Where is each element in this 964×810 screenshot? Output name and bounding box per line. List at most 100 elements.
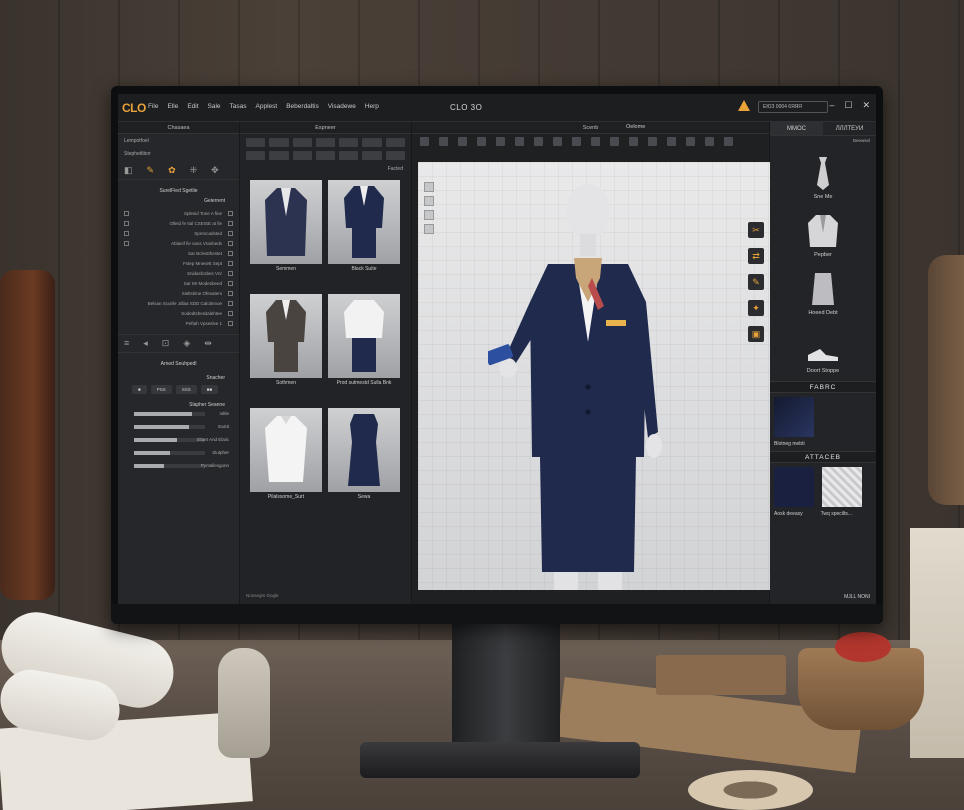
tool-icon[interactable] xyxy=(362,151,382,160)
tool-icon[interactable] xyxy=(424,210,434,220)
tree-item[interactable]: Fstep Mnesett Sept xyxy=(124,258,233,268)
list-icon[interactable]: ≡ xyxy=(124,338,129,349)
checkbox[interactable] xyxy=(228,240,233,246)
needle-icon[interactable]: ✎ xyxy=(748,274,764,290)
shield-icon[interactable]: ◈ xyxy=(183,338,190,349)
tool-icon[interactable] xyxy=(246,138,266,147)
panel-row[interactable]: Stephetlibor xyxy=(122,149,235,160)
property-slider[interactable]: Pyntallesgonn xyxy=(118,463,239,473)
checkbox[interactable] xyxy=(228,250,233,256)
library-item[interactable]: Sne Me xyxy=(770,145,876,203)
lock-icon[interactable] xyxy=(124,240,129,246)
attachment-swatch[interactable] xyxy=(822,467,862,507)
tool-icon[interactable] xyxy=(667,137,676,146)
attachment-swatch[interactable] xyxy=(774,467,814,507)
tool-icon[interactable] xyxy=(572,137,581,146)
segment-option[interactable]: ■■ xyxy=(200,385,219,394)
segment-option[interactable]: ■ xyxy=(132,385,147,394)
library-item[interactable]: Pepber xyxy=(770,203,876,261)
tool-icon[interactable] xyxy=(496,137,505,146)
garment-card[interactable]: Sothmen xyxy=(250,294,322,386)
tree-item[interactable]: Sar Mr Modesbeed xyxy=(124,278,233,288)
tool-icon[interactable] xyxy=(269,151,289,160)
checkbox[interactable] xyxy=(228,210,233,216)
tree-item[interactable]: Sprencadsted xyxy=(124,228,233,238)
checkbox[interactable] xyxy=(228,300,233,306)
view-mode-label[interactable]: Oelome xyxy=(626,124,645,130)
lock-icon[interactable] xyxy=(124,230,129,236)
tool-icon[interactable] xyxy=(515,137,524,146)
tool-icon[interactable] xyxy=(439,137,448,146)
lock-icon[interactable]: ⊡ xyxy=(162,338,170,349)
tool-icon[interactable] xyxy=(339,151,359,160)
tool-icon[interactable] xyxy=(292,151,312,160)
slider-track[interactable] xyxy=(134,412,205,416)
tool-icon[interactable] xyxy=(629,137,638,146)
library-item[interactable]: Doort Stoppe xyxy=(770,319,876,377)
tool-icon[interactable] xyxy=(315,138,336,147)
tool-icon[interactable] xyxy=(610,137,619,146)
scissors-icon[interactable]: ✂ xyxy=(748,222,764,238)
tool-icon[interactable] xyxy=(420,137,429,146)
move-icon[interactable]: ✥ xyxy=(211,165,219,176)
tool-icon[interactable] xyxy=(246,151,266,160)
tool-icon[interactable] xyxy=(362,138,382,147)
tool-icon[interactable] xyxy=(385,151,405,160)
tool-icon[interactable] xyxy=(553,137,562,146)
panel-row[interactable]: Lempotfoel xyxy=(122,136,235,147)
menu-item[interactable]: Visadewe xyxy=(328,103,356,110)
tool-icon[interactable]: ◧ xyxy=(124,165,133,176)
tree-item[interactable]: Splesid Tone A fine xyxy=(124,208,233,218)
tool-icon[interactable] xyxy=(385,138,405,147)
minimize-icon[interactable]: – xyxy=(829,100,834,111)
checkbox[interactable] xyxy=(228,260,233,266)
tool-icon[interactable] xyxy=(477,137,486,146)
property-slider[interactable]: Sltaet And Elaiic xyxy=(118,437,239,447)
close-icon[interactable]: ✕ xyxy=(862,100,870,111)
tool-icon[interactable] xyxy=(424,224,434,234)
checkbox[interactable] xyxy=(228,310,233,316)
tool-icon[interactable] xyxy=(424,182,434,192)
library-item[interactable]: Hoeed Debt xyxy=(770,261,876,319)
lock-icon[interactable] xyxy=(124,220,129,226)
checkbox[interactable] xyxy=(228,290,233,296)
tab[interactable]: ЛЛЛТЕУИ xyxy=(823,122,876,135)
slider-track[interactable] xyxy=(134,438,205,442)
menu-item[interactable]: Herp xyxy=(365,103,379,110)
garment-card[interactable]: Pilalssome_Surt xyxy=(250,408,322,500)
tree-item[interactable]: Sieltstime Ofesaters xyxy=(124,288,233,298)
menu-item[interactable]: Tasas xyxy=(230,103,247,110)
checkbox[interactable] xyxy=(228,280,233,286)
fabric-swatch[interactable] xyxy=(774,397,814,437)
tree-item[interactable]: Olleid fe Ital CSEISE at fie xyxy=(124,218,233,228)
tool-icon[interactable] xyxy=(686,137,695,146)
tree-item[interactable]: Belsan Scuirle Jdlaa SDD Calotinnoe xyxy=(124,298,233,308)
tool-icon[interactable] xyxy=(315,151,336,160)
tool-icon[interactable] xyxy=(724,137,733,146)
library-footer[interactable]: MJLL NONI xyxy=(844,594,870,600)
3d-viewport[interactable]: ✂ ⇄ ✎ ✦ ▣ xyxy=(418,162,770,590)
garment-card[interactable]: Prod sutmestd Sulla Bnk xyxy=(328,294,400,386)
tool-icon[interactable] xyxy=(292,138,312,147)
garment-card[interactable]: Black Suite xyxy=(328,180,400,272)
property-slider[interactable]: Slutpher xyxy=(118,450,239,460)
maximize-icon[interactable]: ☐ xyxy=(844,100,852,111)
menu-item[interactable]: Beberdaltis xyxy=(286,103,319,110)
group-icon[interactable]: ✿ xyxy=(168,165,176,176)
menu-item[interactable]: Sale xyxy=(208,103,221,110)
tool-icon[interactable] xyxy=(591,137,600,146)
garment-card[interactable]: Sewa xyxy=(328,408,400,500)
warning-icon[interactable] xyxy=(738,100,750,111)
tool-icon[interactable] xyxy=(705,137,714,146)
tree-item[interactable]: Sodedtshesitalehtee xyxy=(124,308,233,318)
checkbox[interactable] xyxy=(228,230,233,236)
tree-item[interactable]: Sar Bclestthestet xyxy=(124,248,233,258)
tool-icon[interactable] xyxy=(424,196,434,206)
swap-icon[interactable]: ⇄ xyxy=(748,248,764,264)
menu-item[interactable]: Elle xyxy=(167,103,178,110)
tool-icon[interactable] xyxy=(534,137,543,146)
slider-track[interactable] xyxy=(134,464,205,468)
tool-icon[interactable] xyxy=(339,138,359,147)
transform-icon[interactable]: ⁜ xyxy=(190,165,198,176)
needle-icon[interactable]: ✎ xyxy=(147,165,155,176)
